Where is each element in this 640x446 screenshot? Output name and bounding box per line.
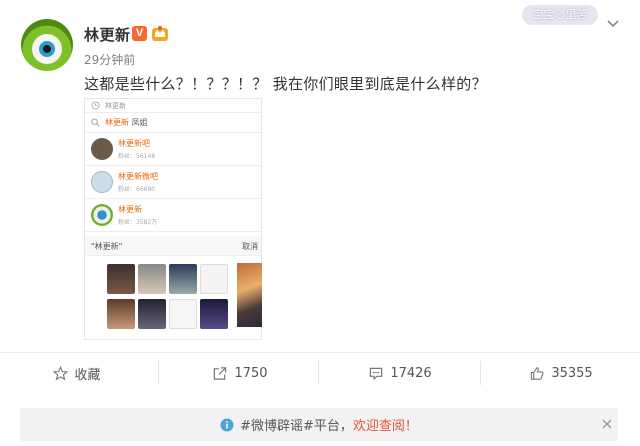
post-image-partial[interactable] — [237, 263, 262, 327]
banner-text: #微博辟谣#平台，欢迎查阅！ — [240, 419, 418, 434]
grid-thumb — [169, 299, 197, 329]
suggestion-item: 林更新 粉丝：3582万 — [85, 199, 261, 232]
watermark-logo: 宝宝心里苦 — [522, 5, 598, 25]
repost-icon — [214, 366, 227, 380]
history-row: 林更新 — [85, 99, 261, 113]
grid-thumb — [200, 299, 228, 329]
suggestion-fans: 粉丝：3582万 — [118, 219, 158, 226]
close-icon[interactable] — [601, 418, 613, 430]
suggestion-avatar — [91, 138, 113, 160]
divider — [480, 361, 481, 385]
query-label: "林更新" — [91, 242, 123, 251]
grid-thumb — [200, 264, 228, 294]
verified-badge-icon: V — [132, 26, 147, 41]
action-bar: 收藏 1750 17426 35355 — [0, 352, 640, 392]
divider — [318, 361, 319, 385]
suggestion-item: 林更新吧 粉丝：56148 — [85, 133, 261, 166]
grid-thumb — [107, 264, 135, 294]
suggestion-fans: 粉丝：56148 — [118, 153, 156, 160]
divider — [158, 361, 159, 385]
post-timestamp[interactable]: 29分钟前 — [84, 51, 135, 68]
grid-thumb — [138, 299, 166, 329]
suggestion-avatar — [91, 204, 113, 226]
post-image[interactable]: 林更新 林更新 凤姐 林更新吧 粉丝：56148 林更新微吧 粉丝：66680 … — [84, 98, 262, 340]
debunk-banner[interactable]: #微博辟谣#平台，欢迎查阅！ — [20, 408, 618, 441]
suggestion-name: 林更新吧 — [118, 139, 150, 148]
username[interactable]: 林更新 — [84, 24, 131, 45]
member-crown-icon[interactable] — [151, 25, 169, 42]
banner-link[interactable]: 欢迎查阅！ — [353, 419, 418, 434]
suggestion-avatar — [91, 171, 113, 193]
repost-count: 1750 — [234, 365, 268, 381]
suggestion-name: 林更新微吧 — [118, 172, 158, 181]
comment-button[interactable]: 17426 — [322, 353, 478, 393]
suggestion-item: 林更新微吧 粉丝：66680 — [85, 166, 261, 199]
search-row: 林更新 凤姐 — [85, 113, 261, 133]
search-query: 林更新 凤姐 — [105, 118, 148, 127]
clock-icon — [91, 101, 100, 110]
image-grid — [107, 264, 231, 336]
info-icon — [220, 418, 234, 431]
comment-icon — [370, 367, 383, 380]
star-icon — [53, 365, 69, 380]
grid-thumb — [138, 264, 166, 294]
suggestion-name: 林更新 — [118, 205, 142, 214]
history-text: 林更新 — [105, 102, 126, 110]
grid-thumb — [169, 264, 197, 294]
cancel-label: 取消 — [242, 242, 258, 251]
like-count: 35355 — [551, 365, 593, 381]
chevron-down-icon[interactable] — [607, 18, 619, 30]
comment-count: 17426 — [390, 365, 432, 381]
like-button[interactable]: 35355 — [482, 353, 640, 393]
favorite-button[interactable]: 收藏 — [0, 353, 154, 393]
search-icon — [91, 118, 100, 127]
repost-button[interactable]: 1750 — [162, 353, 318, 393]
grid-thumb — [107, 299, 135, 329]
image-fill — [237, 263, 262, 327]
favorite-label: 收藏 — [74, 367, 101, 383]
query-bar: "林更新" 取消 — [85, 236, 261, 256]
suggestion-fans: 粉丝：66680 — [118, 186, 156, 193]
thumbs-up-icon — [531, 366, 544, 380]
post-text: 这都是些什么？！？？！？ 我在你们眼里到底是什么样的？ — [84, 75, 487, 93]
user-avatar[interactable] — [21, 19, 73, 71]
